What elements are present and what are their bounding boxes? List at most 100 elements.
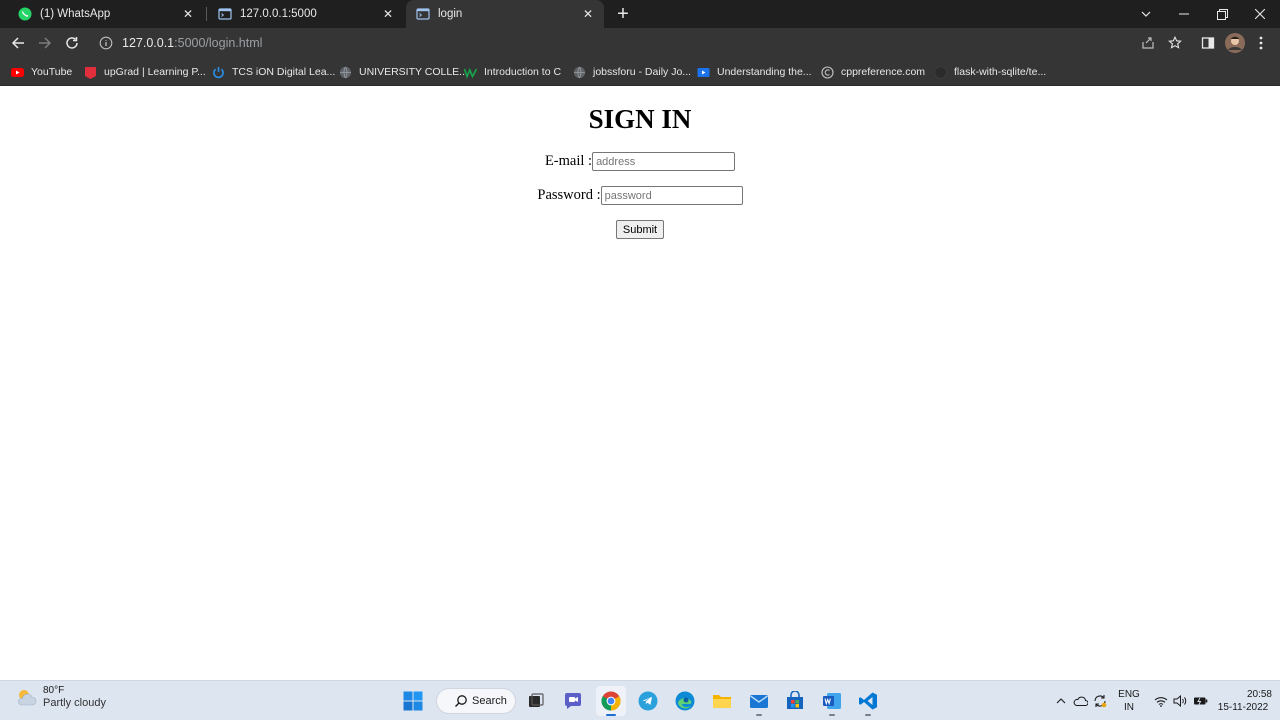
kebab-menu-icon	[1259, 36, 1263, 50]
task-view-button[interactable]	[521, 686, 551, 716]
bookmarks-bar: YouTube upGrad | Learning P... TCS iON D…	[0, 58, 1280, 86]
region-code: IN	[1124, 702, 1134, 713]
word-icon	[823, 693, 841, 709]
word-button[interactable]	[817, 686, 847, 716]
password-field[interactable]	[600, 186, 743, 205]
terminal-icon	[218, 8, 232, 20]
teams-chat-button[interactable]	[558, 686, 588, 716]
password-row: Password :	[0, 186, 1280, 205]
email-row: E-mail :	[0, 152, 1280, 171]
tab-strip: (1) WhatsApp ✕ 127.0.0.1:5000 ✕ login ✕ …	[0, 0, 1280, 28]
wifi-icon	[1154, 696, 1168, 707]
file-explorer-button[interactable]	[707, 686, 737, 716]
bookmark-label: YouTube	[31, 66, 73, 78]
side-panel-button[interactable]	[1196, 31, 1220, 55]
reload-button[interactable]	[60, 31, 84, 55]
share-button[interactable]	[1136, 31, 1160, 55]
info-icon[interactable]	[99, 36, 113, 50]
running-indicator	[829, 714, 835, 716]
battery-icon	[1193, 697, 1207, 705]
bookmark-upgrad[interactable]: upGrad | Learning P...	[84, 63, 206, 81]
tab-whatsapp[interactable]: (1) WhatsApp ✕	[8, 0, 204, 28]
reload-icon	[66, 37, 78, 49]
bookmark-intro-c[interactable]: Introduction to C	[464, 63, 561, 81]
cloud-icon	[1073, 696, 1088, 706]
back-button[interactable]	[6, 31, 30, 55]
forward-button[interactable]	[33, 31, 57, 55]
bookmark-label: Understanding the...	[717, 66, 812, 78]
language-indicator[interactable]: ENG IN	[1114, 681, 1144, 721]
close-icon[interactable]: ✕	[380, 6, 396, 22]
volume-button[interactable]	[1171, 681, 1189, 721]
address-bar[interactable]: 127.0.0.1:5000/login.html	[90, 29, 1198, 57]
tab-login[interactable]: login ✕	[406, 0, 604, 28]
running-indicator	[606, 714, 616, 716]
store-button[interactable]	[780, 686, 810, 716]
start-button[interactable]	[398, 686, 428, 716]
bookmark-label: jobssforu - Daily Jo...	[593, 66, 692, 78]
wifi-button[interactable]	[1152, 681, 1170, 721]
restore-button[interactable]	[1203, 0, 1241, 28]
battery-button[interactable]	[1191, 681, 1209, 721]
avatar	[1225, 33, 1245, 53]
bookmark-cppreference[interactable]: cppreference.com	[821, 63, 925, 81]
edge-button[interactable]	[670, 686, 700, 716]
tab-localhost[interactable]: 127.0.0.1:5000 ✕	[208, 0, 404, 28]
terminal-icon	[416, 8, 430, 20]
edge-icon	[675, 691, 695, 711]
tab-divider	[206, 7, 207, 21]
upgrad-icon	[85, 66, 96, 79]
minimize-button[interactable]	[1165, 0, 1203, 28]
bookmark-tcs-ion[interactable]: TCS iON Digital Lea...	[212, 63, 335, 81]
bookmark-jobssforu[interactable]: jobssforu - Daily Jo...	[573, 63, 691, 81]
chevron-up-icon	[1056, 698, 1066, 704]
weather-temp: 80°F	[43, 685, 65, 696]
bookmark-label: UNIVERSITY COLLE...	[359, 66, 468, 78]
submit-button[interactable]: Submit	[616, 220, 664, 239]
new-tab-button[interactable]: +	[611, 3, 635, 25]
chrome-button[interactable]	[596, 686, 626, 716]
folder-icon	[713, 695, 731, 708]
close-icon[interactable]: ✕	[180, 6, 196, 22]
profile-avatar[interactable]	[1223, 31, 1247, 55]
task-view-icon	[529, 693, 544, 707]
vscode-icon	[859, 692, 877, 710]
menu-button[interactable]	[1249, 31, 1273, 55]
close-icon[interactable]: ✕	[580, 6, 596, 22]
taskbar-search[interactable]: Search	[436, 688, 516, 714]
running-indicator	[756, 714, 762, 716]
browser-toolbar: 127.0.0.1:5000/login.html	[0, 28, 1280, 58]
chevron-down-icon[interactable]	[1127, 0, 1165, 28]
vscode-button[interactable]	[853, 686, 883, 716]
side-panel-icon	[1201, 37, 1215, 49]
tab-title: 127.0.0.1:5000	[240, 8, 317, 20]
search-label: Search	[472, 695, 507, 707]
chat-icon	[565, 693, 581, 709]
video-icon	[697, 67, 710, 77]
bookmark-star-button[interactable]	[1163, 31, 1187, 55]
telegram-button[interactable]	[633, 686, 663, 716]
clock[interactable]: 20:58 15-11-2022	[1214, 681, 1272, 721]
bookmark-label: cppreference.com	[841, 66, 926, 78]
bookmark-label: Introduction to C	[484, 66, 562, 78]
whatsapp-icon	[18, 7, 32, 21]
email-field[interactable]	[592, 152, 736, 171]
bookmark-flask-sqlite[interactable]: flask-with-sqlite/te...	[934, 63, 1046, 81]
weather-widget[interactable]: 80°F Partly cloudy	[14, 685, 106, 709]
bookmark-understanding[interactable]: Understanding the...	[697, 63, 812, 81]
tab-title: login	[438, 8, 463, 20]
show-hidden-icons-button[interactable]	[1052, 681, 1070, 721]
bookmark-university[interactable]: UNIVERSITY COLLE...	[339, 63, 468, 81]
onedrive-button[interactable]	[1071, 681, 1089, 721]
star-icon	[1168, 36, 1182, 49]
chrome-icon	[601, 691, 621, 711]
mail-button[interactable]	[744, 686, 774, 716]
close-window-button[interactable]	[1241, 0, 1279, 28]
sync-button[interactable]	[1091, 681, 1109, 721]
speaker-icon	[1173, 695, 1187, 707]
globe-icon	[573, 66, 586, 78]
share-icon	[1142, 37, 1154, 49]
bookmark-label: upGrad | Learning P...	[104, 66, 206, 78]
url-text: 127.0.0.1:5000/login.html	[122, 36, 262, 50]
bookmark-youtube[interactable]: YouTube	[11, 63, 72, 81]
